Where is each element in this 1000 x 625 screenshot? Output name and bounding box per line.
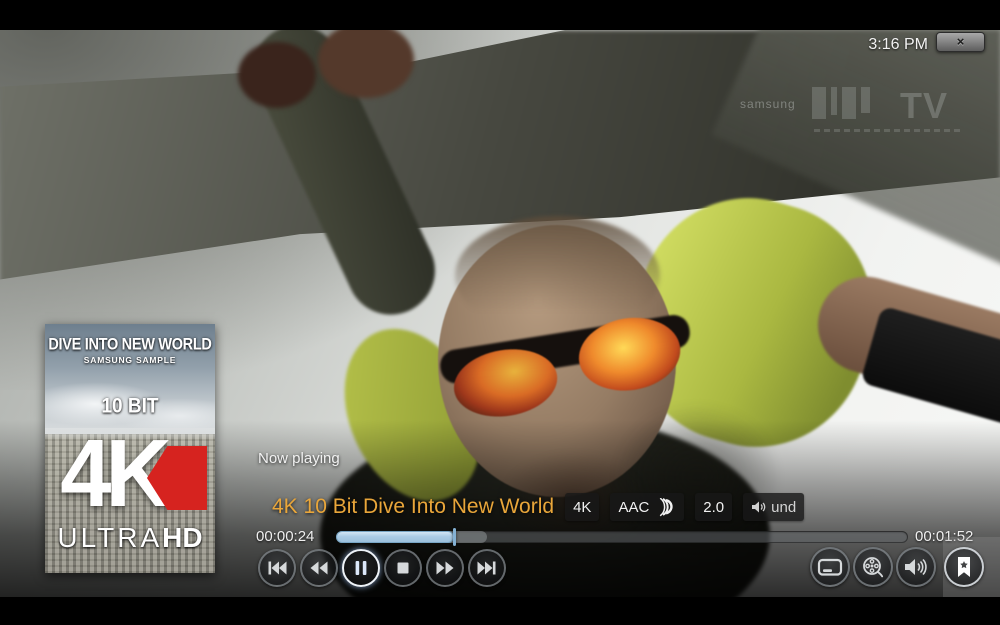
- badge-resolution: 4K: [565, 493, 600, 521]
- poster-title: DIVE INTO NEW WORLD: [48, 336, 212, 354]
- film-reel-icon: [863, 557, 884, 578]
- bookmark-star-icon: [958, 557, 970, 577]
- subtitles-button[interactable]: [810, 547, 850, 587]
- bookmarks-button[interactable]: [944, 547, 984, 587]
- elapsed-time: 00:00:24: [256, 528, 315, 545]
- progress-fill: [336, 531, 454, 543]
- poster-4k-logo: 4K: [45, 421, 215, 534]
- watermark-brand-text: samsung: [740, 97, 796, 111]
- speaker-icon: [752, 501, 766, 513]
- player-window: samsung TV 3:16 PM × DIVE INTO NEW WORLD…: [0, 0, 1000, 625]
- rewind-icon: [310, 561, 328, 575]
- stop-button[interactable]: [384, 549, 422, 587]
- pause-icon: [355, 561, 367, 575]
- rewind-button[interactable]: [300, 549, 338, 587]
- skip-next-icon: [477, 561, 496, 575]
- poster-subtitle: SAMSUNG SAMPLE: [83, 355, 177, 365]
- progress-cursor[interactable]: [452, 528, 456, 546]
- audio-volume-button[interactable]: [896, 547, 936, 587]
- poster-ultrahd-label: ULTRAHD: [57, 522, 203, 553]
- next-button[interactable]: [468, 549, 506, 587]
- watermark-bars: [812, 87, 870, 119]
- close-button[interactable]: ×: [936, 32, 985, 52]
- channel-watermark: samsung TV: [738, 85, 998, 145]
- fast-forward-icon: [436, 561, 454, 575]
- media-poster: DIVE INTO NEW WORLD SAMSUNG SAMPLE 10 BI…: [45, 324, 215, 573]
- badge-channels: 2.0: [695, 493, 733, 521]
- skip-previous-icon: [268, 561, 287, 575]
- clock: 3:16 PM: [868, 36, 928, 53]
- media-title: 4K 10 Bit Dive Into New World: [272, 495, 555, 518]
- stop-icon: [397, 562, 409, 574]
- now-playing-label: Now playing: [258, 450, 340, 467]
- letterbox-top: [0, 0, 1000, 30]
- previous-button[interactable]: [258, 549, 296, 587]
- badge-audio-language: und: [743, 493, 805, 521]
- badge-codec: AAC: [610, 493, 685, 521]
- watermark-tv-logo: TV: [900, 85, 949, 126]
- seek-bar[interactable]: [336, 528, 908, 546]
- aac-logo-icon: [659, 497, 673, 516]
- volume-icon: [905, 558, 927, 576]
- title-row: 4K 10 Bit Dive Into New World 4K AAC 2.0…: [272, 493, 805, 521]
- poster-bit-label: 10 BIT: [101, 394, 159, 418]
- video-settings-button[interactable]: [853, 547, 893, 587]
- video-art-hand: [238, 42, 316, 108]
- pause-button[interactable]: [342, 549, 380, 587]
- watermark-subtext: [814, 129, 964, 132]
- fast-forward-button[interactable]: [426, 549, 464, 587]
- letterbox-bottom: [0, 597, 1000, 625]
- subtitles-icon: [817, 558, 843, 576]
